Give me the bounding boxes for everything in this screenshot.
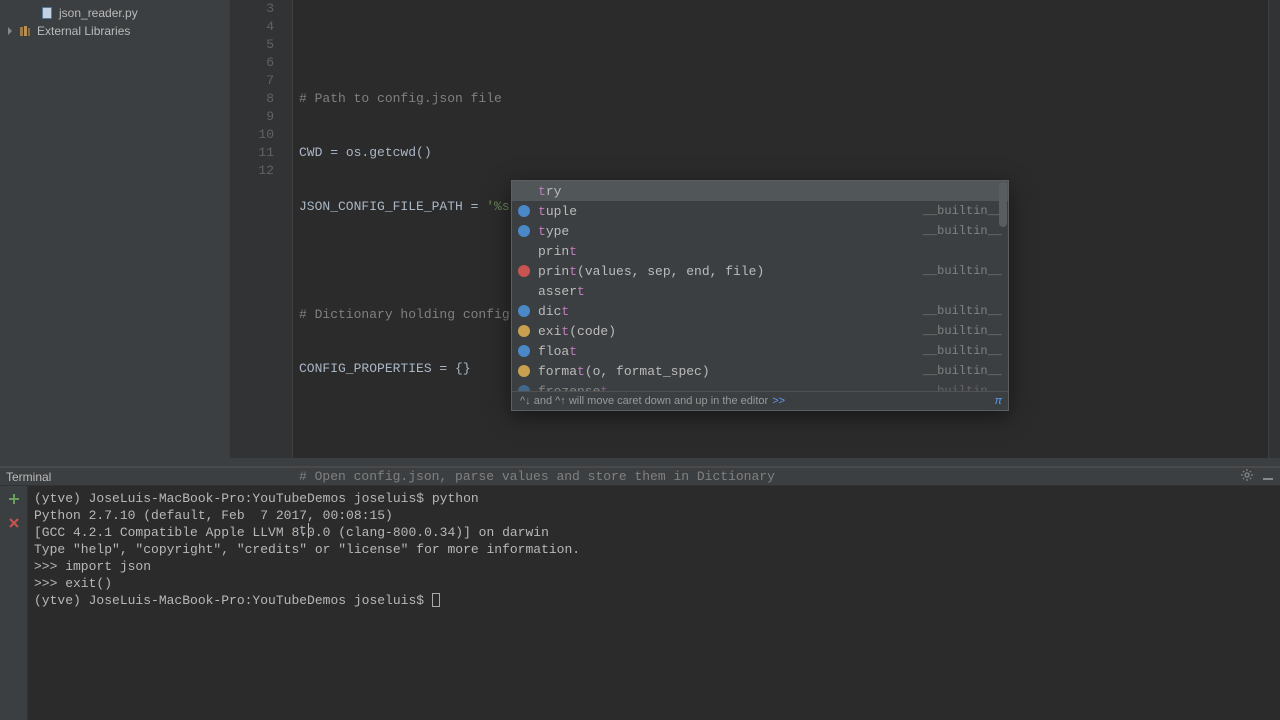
completion-label: type: [538, 224, 923, 239]
completion-kind-icon: [518, 305, 530, 317]
autocomplete-item[interactable]: frozenset__builtin__: [512, 381, 1008, 391]
terminal-cursor: [432, 593, 440, 607]
completion-label: format(o, format_spec): [538, 364, 923, 379]
pi-icon[interactable]: π: [995, 395, 1002, 407]
library-icon: [18, 24, 32, 38]
gear-icon[interactable]: [1240, 468, 1254, 485]
autocomplete-list[interactable]: trytuple__builtin__type__builtin__printp…: [512, 181, 1008, 391]
completion-kind-icon: [518, 225, 530, 237]
completion-label: exit(code): [538, 324, 923, 339]
file-tree-item[interactable]: json_reader.py: [0, 4, 230, 22]
editor-right-gutter: [1268, 0, 1280, 458]
completion-source: __builtin__: [923, 384, 1002, 391]
completion-source: __builtin__: [923, 324, 1002, 338]
completion-source: __builtin__: [923, 224, 1002, 238]
autocomplete-item[interactable]: dict__builtin__: [512, 301, 1008, 321]
completion-kind-icon: [518, 265, 530, 277]
terminal-title: Terminal: [6, 470, 51, 484]
autocomplete-item[interactable]: float__builtin__: [512, 341, 1008, 361]
autocomplete-item[interactable]: exit(code)__builtin__: [512, 321, 1008, 341]
chevron-right-icon: [6, 27, 16, 35]
completion-label: assert: [538, 284, 1002, 299]
python-file-icon: [40, 6, 54, 20]
autocomplete-item[interactable]: print: [512, 241, 1008, 261]
autocomplete-item[interactable]: print(values, sep, end, file)__builtin__: [512, 261, 1008, 281]
line-number-gutter: 3 4 5 6 7 8 9 10 11 12: [231, 0, 293, 458]
hint-more-link[interactable]: >>: [772, 395, 785, 407]
completion-source: __builtin__: [923, 344, 1002, 358]
completion-label: tuple: [538, 204, 923, 219]
completion-label: float: [538, 344, 923, 359]
autocomplete-item[interactable]: format(o, format_spec)__builtin__: [512, 361, 1008, 381]
code-editor[interactable]: 3 4 5 6 7 8 9 10 11 12 # Path to config.…: [231, 0, 1280, 458]
autocomplete-item[interactable]: assert: [512, 281, 1008, 301]
completion-source: __builtin__: [923, 264, 1002, 278]
completion-kind-icon: [518, 345, 530, 357]
code-comment: # Path to config.json file: [299, 91, 502, 106]
completion-source: __builtin__: [923, 364, 1002, 378]
autocomplete-popup[interactable]: trytuple__builtin__type__builtin__printp…: [511, 180, 1009, 411]
code-comment: # Open config.json, parse values and sto…: [299, 469, 775, 484]
terminal-line: >>> exit(): [34, 575, 1274, 592]
completion-label: try: [538, 184, 1002, 199]
completion-label: print(values, sep, end, file): [538, 264, 923, 279]
terminal-line: (ytve) JoseLuis-MacBook-Pro:YouTubeDemos…: [34, 592, 1274, 609]
completion-label: dict: [538, 304, 923, 319]
close-terminal-button[interactable]: [7, 516, 21, 534]
completion-label: print: [538, 244, 1002, 259]
autocomplete-item[interactable]: type__builtin__: [512, 221, 1008, 241]
completion-label: frozenset: [538, 384, 923, 392]
completion-kind-icon: [518, 205, 530, 217]
cursor-position: t: [299, 523, 309, 538]
add-terminal-button[interactable]: [7, 492, 21, 510]
libraries-label: External Libraries: [37, 24, 130, 38]
minimize-icon[interactable]: [1262, 469, 1274, 484]
autocomplete-scrollbar[interactable]: [999, 182, 1007, 227]
completion-kind-icon: [518, 365, 530, 377]
project-sidebar[interactable]: json_reader.py External Libraries: [0, 0, 231, 458]
completion-kind-icon: [518, 385, 530, 391]
file-name: json_reader.py: [59, 6, 138, 20]
completion-source: __builtin__: [923, 204, 1002, 218]
completion-source: __builtin__: [923, 304, 1002, 318]
terminal-toolbar[interactable]: [0, 486, 28, 720]
completion-kind-icon: [518, 325, 530, 337]
autocomplete-item[interactable]: try: [512, 181, 1008, 201]
autocomplete-hint: ^↓ and ^↑ will move caret down and up in…: [512, 391, 1008, 410]
external-libraries-item[interactable]: External Libraries: [0, 22, 230, 40]
autocomplete-item[interactable]: tuple__builtin__: [512, 201, 1008, 221]
